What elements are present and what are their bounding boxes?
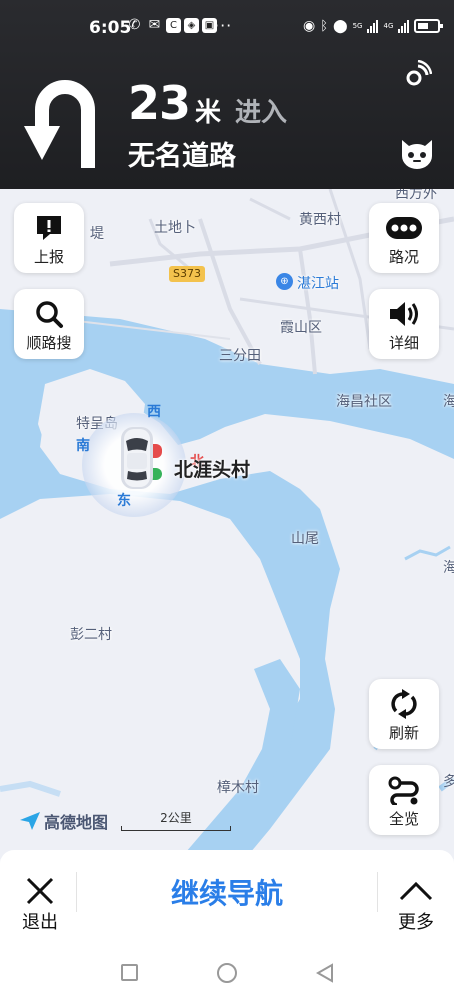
voice-detail-label: 详细	[388, 334, 419, 352]
speaker-icon	[369, 299, 439, 329]
continue-navigation-button[interactable]: 继续导航	[120, 872, 334, 912]
location-icon: ⬤	[333, 18, 348, 34]
divider-right	[377, 872, 378, 912]
refresh-route-button[interactable]: 刷新	[369, 679, 439, 749]
distance-value: 23	[128, 76, 191, 130]
app-c-icon: C	[166, 18, 181, 33]
map-label-penger: 彭二村	[70, 627, 112, 643]
route-overview-label: 全览	[388, 810, 419, 828]
map-label-hai-2: 海	[443, 560, 454, 576]
missed-call-icon: ✆	[128, 17, 141, 33]
map-label-xiashan-district: 霞山区	[280, 320, 322, 336]
amap-logo-icon	[20, 812, 40, 830]
map-label-xifangwai: 西方外	[395, 189, 437, 202]
more-label: 更多	[398, 912, 434, 933]
map-view[interactable]: 西方外 堤 土地卜 黄西村 S373 ⊕ 湛江站 霞山区 三分田 海昌社区 海 …	[0, 189, 454, 859]
status-bar: 6:05 ✆ ✉ C ◈ ▣ ··· ◉ ᛒ ⬤ 5G 4G	[0, 14, 454, 44]
navigation-header: 6:05 ✆ ✉ C ◈ ▣ ··· ◉ ᛒ ⬤ 5G 4G 23 米 进入 无…	[0, 0, 454, 189]
map-label-zhangmucun: 樟木村	[217, 780, 259, 796]
more-notifications-icon: ···	[214, 16, 233, 35]
map-scale-bar	[121, 826, 231, 831]
system-navigation-bar	[0, 955, 454, 995]
refresh-icon	[369, 689, 439, 719]
report-icon	[14, 213, 84, 243]
exit-label: 退出	[22, 912, 58, 933]
u-turn-left-icon	[24, 80, 95, 168]
status-time: 6:05	[89, 18, 132, 38]
bottom-control-bar: 退出 继续导航 更多	[0, 850, 454, 1000]
home-button[interactable]	[217, 963, 237, 983]
search-icon	[14, 299, 84, 329]
system-status-icons: ◉ ᛒ ⬤ 5G 4G	[303, 18, 444, 34]
broadcast-sound-icon[interactable]	[404, 60, 432, 88]
map-scale: 2公里	[121, 809, 231, 831]
map-label-sanfentian: 三分田	[219, 348, 261, 364]
signal-4g-label: 4G	[383, 22, 394, 30]
maneuver-action: 进入	[235, 98, 288, 128]
more-options-button[interactable]: 更多	[388, 862, 444, 933]
wechat-icon: ✉	[148, 17, 161, 33]
close-icon	[26, 877, 54, 905]
map-label-zhanjiang-station: 湛江站	[297, 276, 339, 292]
along-route-search-label: 顺路搜	[26, 334, 72, 352]
signal-5g-icon	[367, 19, 379, 33]
voice-assistant-icon[interactable]	[398, 134, 436, 170]
map-scale-text: 2公里	[160, 811, 192, 825]
bluetooth-icon: ᛒ	[320, 18, 329, 34]
compass-east: 东	[117, 493, 131, 509]
distance-unit: 米	[195, 98, 222, 128]
along-route-search-button[interactable]: 顺路搜	[14, 289, 84, 359]
back-button[interactable]	[314, 962, 336, 984]
traffic-label: 路况	[388, 248, 419, 266]
map-label-haichang: 海昌社区	[336, 394, 392, 410]
battery-icon	[414, 19, 444, 33]
voice-detail-button[interactable]: 详细	[369, 289, 439, 359]
map-label-duo: 多	[443, 774, 454, 790]
map-label-huangxicun: 黄西村	[299, 212, 341, 228]
map-label-hai: 海	[443, 394, 454, 410]
amap-logo: 高德地图	[20, 809, 108, 833]
report-button[interactable]: 上报	[14, 203, 84, 273]
road-badge-s373: S373	[169, 266, 205, 282]
exit-navigation-button[interactable]: 退出	[12, 862, 68, 933]
train-station-icon: ⊕	[276, 273, 293, 290]
report-label: 上报	[33, 248, 64, 266]
notification-icons: ✆ ✉ C ◈ ▣	[126, 18, 217, 33]
eye-comfort-icon: ◉	[303, 18, 316, 34]
compass-south: 南	[76, 438, 90, 454]
traffic-button[interactable]: 路况	[369, 203, 439, 273]
amap-logo-text: 高德地图	[44, 813, 109, 832]
map-label-ti: 堤	[90, 226, 104, 242]
recent-apps-button[interactable]	[121, 964, 138, 981]
route-overview-icon	[369, 775, 439, 805]
chevron-up-icon	[399, 881, 433, 901]
route-overview-button[interactable]: 全览	[369, 765, 439, 835]
signal-4g-icon	[398, 19, 410, 33]
traffic-icon	[369, 213, 439, 243]
map-label-shanwei: 山尾	[291, 531, 319, 547]
next-road-name: 无名道路	[128, 141, 236, 172]
map-label-tudi: 土地卜	[154, 220, 196, 236]
car-location-icon	[121, 427, 153, 489]
current-location-label: 北涯头村	[174, 459, 251, 481]
signal-5g-label: 5G	[352, 22, 363, 30]
refresh-route-label: 刷新	[388, 724, 419, 742]
app-shield-icon: ◈	[184, 18, 199, 33]
compass-west: 西	[147, 404, 161, 420]
divider-left	[76, 872, 77, 912]
